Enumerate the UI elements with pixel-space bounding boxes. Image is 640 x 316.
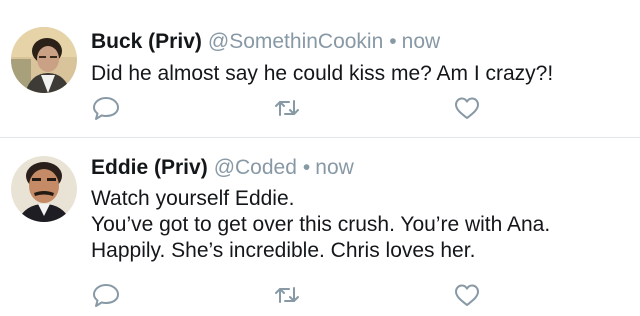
tweet[interactable]: Buck (Priv) @SomethinCookin • now Did he al… (0, 0, 640, 137)
tweet-text: Watch yourself Eddie. You’ve got to get … (91, 186, 550, 264)
reply-button[interactable] (92, 95, 120, 121)
avatar-man-mustache-image (11, 156, 77, 222)
heart-icon (455, 284, 479, 306)
tweet-text-line: Did he almost say he could kiss me? Am I… (91, 62, 554, 85)
handle[interactable]: @SomethinCookin (208, 30, 383, 53)
like-button[interactable] (453, 282, 481, 308)
reply-button[interactable] (92, 282, 120, 308)
display-name[interactable]: Buck (Priv) (91, 30, 202, 53)
tweet[interactable]: Eddie (Priv) @Coded • now Watch yourself Ed… (0, 138, 640, 316)
tweet-feed: Buck (Priv) @SomethinCookin • now Did he al… (0, 0, 640, 316)
handle[interactable]: @Coded (214, 156, 297, 179)
avatar[interactable] (11, 156, 77, 222)
tweet-header: Eddie (Priv) @Coded • now (91, 155, 354, 181)
tweet-text-line: Watch yourself Eddie. (91, 187, 295, 210)
separator-dot: • (389, 30, 397, 53)
timestamp[interactable]: now (315, 156, 354, 179)
timestamp[interactable]: now (402, 30, 441, 53)
tweet-header: Buck (Priv) @SomethinCookin • now (91, 29, 440, 55)
heart-icon (455, 97, 479, 119)
tweet-text-line: You’ve got to get over this crush. You’r… (91, 213, 551, 236)
retweet-button[interactable] (273, 282, 301, 308)
retweet-icon (275, 100, 299, 116)
retweet-icon (275, 287, 299, 303)
tweet-text-line: Happily. She’s incredible. Chris loves h… (91, 239, 476, 262)
like-button[interactable] (453, 95, 481, 121)
reply-icon (93, 97, 119, 120)
tweet-text: Did he almost say he could kiss me? Am I… (91, 61, 553, 87)
reply-icon (93, 284, 119, 307)
avatar[interactable] (11, 27, 77, 93)
retweet-button[interactable] (273, 95, 301, 121)
separator-dot: • (302, 156, 311, 179)
display-name[interactable]: Eddie (Priv) (91, 156, 208, 179)
avatar-man-dark-hair-image (11, 27, 77, 93)
